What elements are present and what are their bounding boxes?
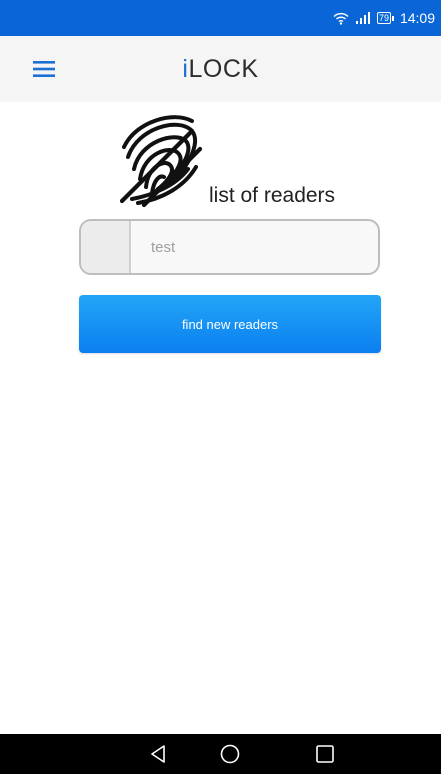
battery-level: 79 [376,12,391,24]
battery-icon: 79 [376,12,394,24]
back-icon[interactable] [144,740,172,768]
reader-select-addon[interactable] [81,221,131,273]
recents-icon[interactable] [311,740,339,768]
list-title: list of readers [209,184,336,207]
app-title: iLOCK [0,36,441,102]
app-bar: iLOCK [0,36,441,102]
reader-input[interactable] [131,221,378,273]
app-title-rest: LOCK [188,55,259,83]
status-icons: 79 14:09 [333,0,435,36]
app-screen: 79 14:09 iLOCK list of readers test find… [0,0,441,774]
fingerprint-icon [114,113,206,209]
battery-tip [391,15,394,21]
wifi-icon [333,12,349,25]
home-icon[interactable] [216,740,244,768]
status-bar: 79 14:09 [0,0,441,36]
find-new-readers-button[interactable]: find new readers [79,295,381,353]
signal-icon [355,12,371,24]
navigation-bar [0,734,441,774]
status-time: 14:09 [399,10,435,26]
reader-field [79,219,380,275]
